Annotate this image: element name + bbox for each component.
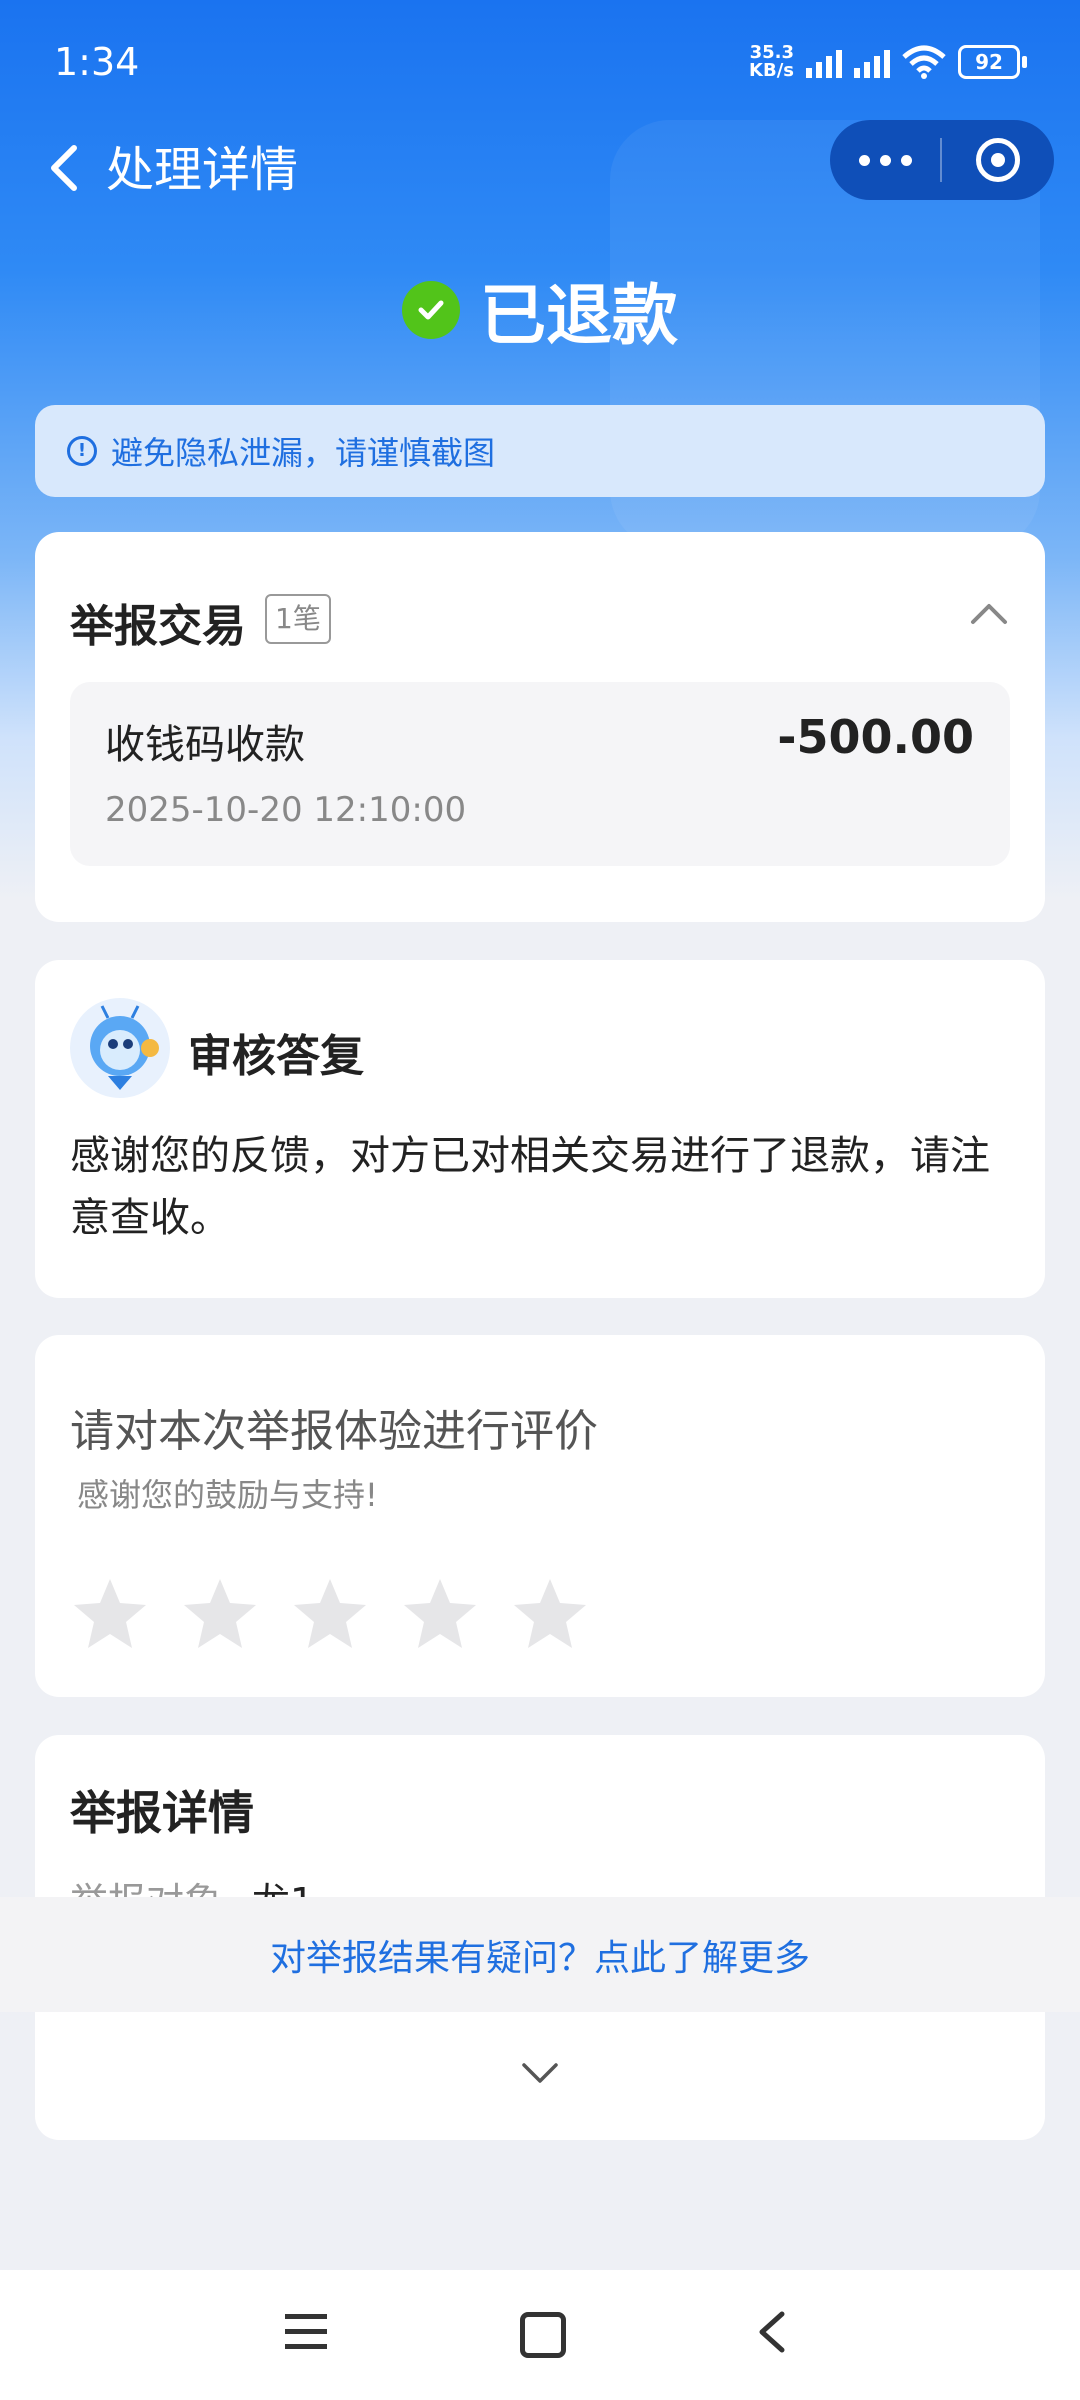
info-icon: ! bbox=[67, 436, 97, 466]
rating-title: 请对本次举报体验进行评价 bbox=[70, 1406, 598, 1457]
network-speed-unit: KB/s bbox=[749, 60, 794, 81]
reply-body: 感谢您的反馈，对方已对相关交易进行了退款，请注意查收。 bbox=[70, 1133, 990, 1241]
transaction-card: 举报交易 1笔 收钱码收款 -500.00 2025-10-20 12:10:0… bbox=[35, 532, 1045, 922]
star-icon[interactable] bbox=[180, 1575, 260, 1655]
result-question-bar: 对举报结果有疑问？点此了解更多 bbox=[0, 1897, 1080, 2012]
network-speed: 35.3 KB/s bbox=[749, 44, 794, 80]
signal-icon-2 bbox=[854, 46, 890, 78]
learn-more-link[interactable]: 对举报结果有疑问？点此了解更多 bbox=[270, 1929, 810, 1981]
privacy-notice: ! 避免隐私泄漏，请谨慎截图 bbox=[35, 405, 1045, 497]
status-time: 1:34 bbox=[54, 40, 140, 84]
rating-card: 请对本次举报体验进行评价 感谢您的鼓励与支持! bbox=[35, 1335, 1045, 1697]
back-icon[interactable] bbox=[36, 138, 96, 198]
miniapp-capsule bbox=[830, 120, 1054, 200]
signal-icon bbox=[806, 46, 842, 78]
transaction-card-title: 举报交易 bbox=[70, 601, 246, 652]
page-title: 处理详情 bbox=[106, 142, 299, 198]
star-icon[interactable] bbox=[290, 1575, 370, 1655]
check-icon bbox=[402, 281, 460, 339]
star-icon[interactable] bbox=[70, 1575, 150, 1655]
transaction-row[interactable]: 收钱码收款 -500.00 2025-10-20 12:10:00 bbox=[70, 682, 1010, 866]
wifi-icon bbox=[902, 45, 946, 79]
chevron-down-icon[interactable] bbox=[520, 2060, 560, 2086]
refund-status: 已退款 bbox=[0, 262, 1080, 358]
status-label: 已退款 bbox=[480, 277, 678, 354]
privacy-notice-text: 避免隐私泄漏，请谨慎截图 bbox=[111, 434, 496, 472]
star-icon[interactable] bbox=[510, 1575, 590, 1655]
count-badge: 1笔 bbox=[265, 594, 331, 644]
navbar: 处理详情 bbox=[0, 120, 1080, 220]
menu-icon[interactable] bbox=[285, 2310, 327, 2354]
rating-subtitle: 感谢您的鼓励与支持! bbox=[77, 1476, 378, 1514]
avatar bbox=[70, 998, 170, 1098]
star-rating bbox=[70, 1575, 590, 1655]
transaction-amount: -500.00 bbox=[777, 710, 974, 764]
system-back-icon[interactable] bbox=[752, 2310, 792, 2354]
reply-card: 审核答复 感谢您的反馈，对方已对相关交易进行了退款，请注意查收。 bbox=[35, 960, 1045, 1298]
home-icon[interactable] bbox=[520, 2312, 566, 2358]
status-indicators: 35.3 KB/s 92 bbox=[749, 44, 1027, 80]
reply-title: 审核答复 bbox=[188, 1031, 364, 1082]
chevron-up-icon[interactable] bbox=[969, 598, 1009, 628]
transaction-time: 2025-10-20 12:10:00 bbox=[105, 790, 467, 830]
more-icon[interactable] bbox=[830, 120, 940, 200]
battery-icon: 92 bbox=[958, 45, 1027, 79]
close-miniapp-button[interactable] bbox=[942, 138, 1054, 182]
system-navigation-bar bbox=[0, 2270, 1080, 2400]
target-icon bbox=[976, 138, 1020, 182]
detail-title: 举报详情 bbox=[70, 1786, 254, 1840]
star-icon[interactable] bbox=[400, 1575, 480, 1655]
status-bar: 1:34 35.3 KB/s 92 bbox=[0, 0, 1080, 120]
transaction-name: 收钱码收款 bbox=[105, 722, 305, 768]
